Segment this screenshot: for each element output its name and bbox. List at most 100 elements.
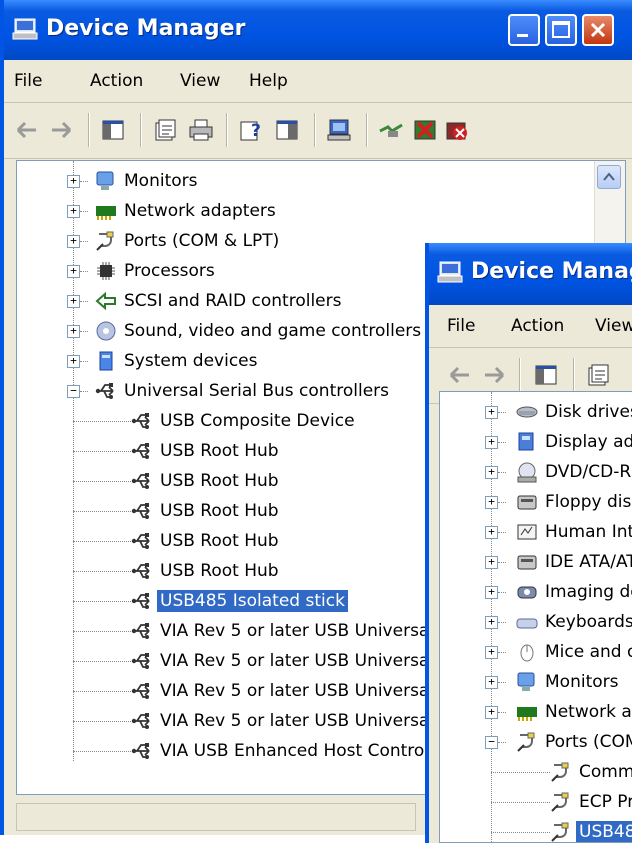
close-button[interactable] [582,14,614,46]
menu-view[interactable]: View [180,71,220,91]
expand-icon[interactable]: + [485,706,498,719]
show-hide-console-tree-icon[interactable] [100,117,126,143]
tree-item-label: Network adapters [124,201,276,221]
expand-icon[interactable]: + [485,436,498,449]
expand-icon[interactable]: + [67,175,80,188]
tree-category[interactable]: + Mice and other pointing devices [440,638,632,668]
toolbar-separator [226,113,227,147]
expand-icon[interactable]: + [485,556,498,569]
expand-icon[interactable]: + [485,676,498,689]
forward-arrow-icon[interactable] [481,362,507,388]
uninstall-device-icon[interactable] [444,117,470,143]
tree-connector [73,481,131,483]
menu-action[interactable]: Action [90,71,143,91]
tree-category[interactable]: + Disk drives [440,398,632,428]
tree-category[interactable]: + Human Interface Devices [440,518,632,548]
collapse-icon[interactable]: − [67,385,80,398]
minimize-button[interactable] [508,14,540,46]
expand-icon[interactable]: + [67,355,80,368]
tree-item-label: USB Root Hub [160,531,279,551]
tree-category[interactable]: + IDE ATA/ATAPI controllers [440,548,632,578]
tree-connector [80,331,88,333]
expand-icon[interactable]: + [485,616,498,629]
tree-connector [73,451,131,453]
tree-category[interactable]: − Ports (COM & LPT) [440,728,632,758]
tree-category[interactable]: + Monitors [17,167,625,197]
tree-category[interactable]: + DVD/CD-ROM drives [440,458,632,488]
tree-item-label: Display adapters [545,432,632,452]
scan-hardware-changes-icon[interactable] [326,117,352,143]
tree-item-label: Monitors [124,171,198,191]
usb-icon [131,470,153,492]
expand-icon[interactable]: + [485,646,498,659]
usb-icon [131,650,153,672]
expand-icon[interactable]: + [67,205,80,218]
usb-icon [131,740,153,762]
maximize-button[interactable] [545,14,577,46]
back-arrow-icon[interactable] [447,362,473,388]
expand-icon[interactable]: + [67,295,80,308]
tree-category[interactable]: + Network adapters [440,698,632,728]
tree-item-label: USB Root Hub [160,561,279,581]
expand-icon[interactable]: + [485,406,498,419]
help-icon[interactable]: ? [238,117,264,143]
menu-bar: File Action View Help [4,60,632,103]
tree-category[interactable]: + Network adapters [17,197,625,227]
title-bar[interactable]: Device Manager [429,243,632,305]
tree-device[interactable]: USB485 Isolated stick (COM3) [440,818,632,842]
tree-item-label: Imaging devices [545,582,632,602]
tree-category[interactable]: + Keyboards [440,608,632,638]
tree-device[interactable]: ECP Printer Port (LPT1) [440,788,632,818]
print-icon[interactable] [188,117,214,143]
title-bar[interactable]: Device Manager [4,0,632,60]
tree-item-label: ECP Printer Port (LPT1) [579,792,632,812]
tree-category[interactable]: + Monitors [440,668,632,698]
show-hide-console-tree-icon[interactable] [533,362,559,388]
usb-icon [131,590,153,612]
menu-action[interactable]: Action [511,316,564,336]
menu-file[interactable]: File [447,316,475,336]
imaging-icon [516,581,538,603]
expand-icon[interactable]: + [485,526,498,539]
update-driver-icon[interactable] [378,117,404,143]
properties-icon[interactable] [152,117,178,143]
expand-icon[interactable]: + [67,235,80,248]
tree-category[interactable]: + Display adapters [440,428,632,458]
forward-arrow-icon[interactable] [48,117,74,143]
menu-view[interactable]: View [595,316,632,336]
tree-category[interactable]: + Imaging devices [440,578,632,608]
expand-icon[interactable]: + [485,496,498,509]
show-hide-action-pane-icon[interactable] [274,117,300,143]
expand-icon[interactable]: + [67,325,80,338]
sound-icon [95,320,117,342]
tree-item-label: Monitors [545,672,619,692]
expand-icon[interactable]: + [485,586,498,599]
expand-icon[interactable]: + [485,466,498,479]
device-manager-window-2: Device Manager File Action View + Disk dr… [425,243,632,843]
keyboard-icon [516,611,538,633]
tree-item-label: Communications Port (COM1) [579,762,632,782]
usb-icon [131,680,153,702]
tree-connector [80,391,88,393]
tree-connector [498,652,506,654]
port-icon [95,230,117,252]
tree-category[interactable]: + Floppy disk controllers [440,488,632,518]
scsi-icon [95,290,117,312]
menu-help[interactable]: Help [249,71,288,91]
disable-device-icon[interactable] [412,117,438,143]
menu-file[interactable]: File [14,71,42,91]
tree-item-label: USB Composite Device [160,411,355,431]
properties-icon[interactable] [585,362,611,388]
tree-item-label: Human Interface Devices [545,522,632,542]
tree-connector [498,682,506,684]
expand-icon[interactable]: + [67,265,80,278]
tree-connector [491,772,550,774]
tree-device[interactable]: Communications Port (COM1) [440,758,632,788]
tree-item-label: USB Root Hub [160,501,279,521]
disk-icon [516,401,538,423]
collapse-icon[interactable]: − [485,736,498,749]
tree-connector [80,241,88,243]
status-segment [16,803,416,831]
tree-connector [80,211,88,213]
back-arrow-icon[interactable] [14,117,40,143]
